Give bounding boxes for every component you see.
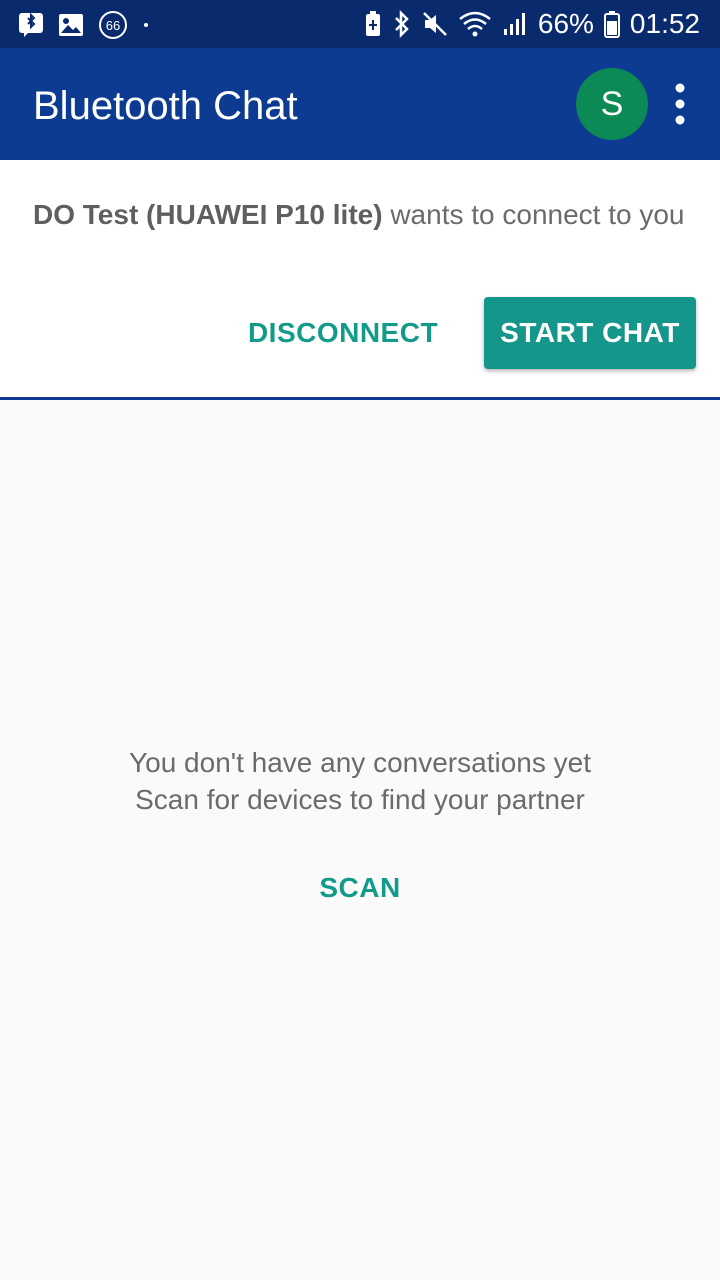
more-options-button[interactable]	[664, 78, 696, 130]
image-notification-icon	[59, 14, 83, 36]
app-bar: Bluetooth Chat S	[0, 48, 720, 160]
empty-state-line-2: Scan for devices to find your partner	[135, 784, 585, 815]
status-bar-notifications: 66	[18, 10, 150, 40]
wifi-icon	[459, 11, 491, 37]
profile-avatar-button[interactable]: S	[576, 68, 648, 140]
device-name: DO Test (HUAWEI P10 lite)	[33, 199, 383, 230]
battery-icon	[603, 11, 620, 38]
connection-request-banner: DO Test (HUAWEI P10 lite) wants to conne…	[0, 160, 720, 400]
battery-percent: 66%	[537, 8, 594, 39]
signal-icon	[503, 13, 525, 35]
clock: 01:52	[629, 8, 700, 39]
app-title: Bluetooth Chat	[33, 84, 298, 128]
disconnect-button[interactable]: DISCONNECT	[232, 298, 454, 368]
start-chat-button[interactable]: START CHAT	[484, 297, 696, 369]
bluetooth-notification-icon	[19, 12, 43, 37]
mute-icon	[422, 12, 447, 36]
battery-saver-icon	[365, 11, 380, 36]
badge-66-icon: 66	[99, 11, 127, 39]
status-bar: 66 66% 01:52	[0, 0, 720, 48]
dot-icon	[144, 23, 148, 27]
more-vert-icon	[675, 83, 685, 125]
status-bar-system: 66% 01:52	[364, 8, 700, 40]
request-text: wants to connect to you	[382, 199, 685, 230]
bluetooth-icon	[394, 10, 409, 38]
badge-count: 66	[106, 18, 120, 33]
connection-request-message: DO Test (HUAWEI P10 lite) wants to conne…	[33, 196, 693, 233]
empty-state-line-1: You don't have any conversations yet	[129, 747, 591, 778]
scan-button[interactable]: SCAN	[0, 872, 720, 904]
empty-state-message: You don't have any conversations yet Sca…	[0, 744, 720, 818]
avatar-letter: S	[600, 85, 624, 123]
